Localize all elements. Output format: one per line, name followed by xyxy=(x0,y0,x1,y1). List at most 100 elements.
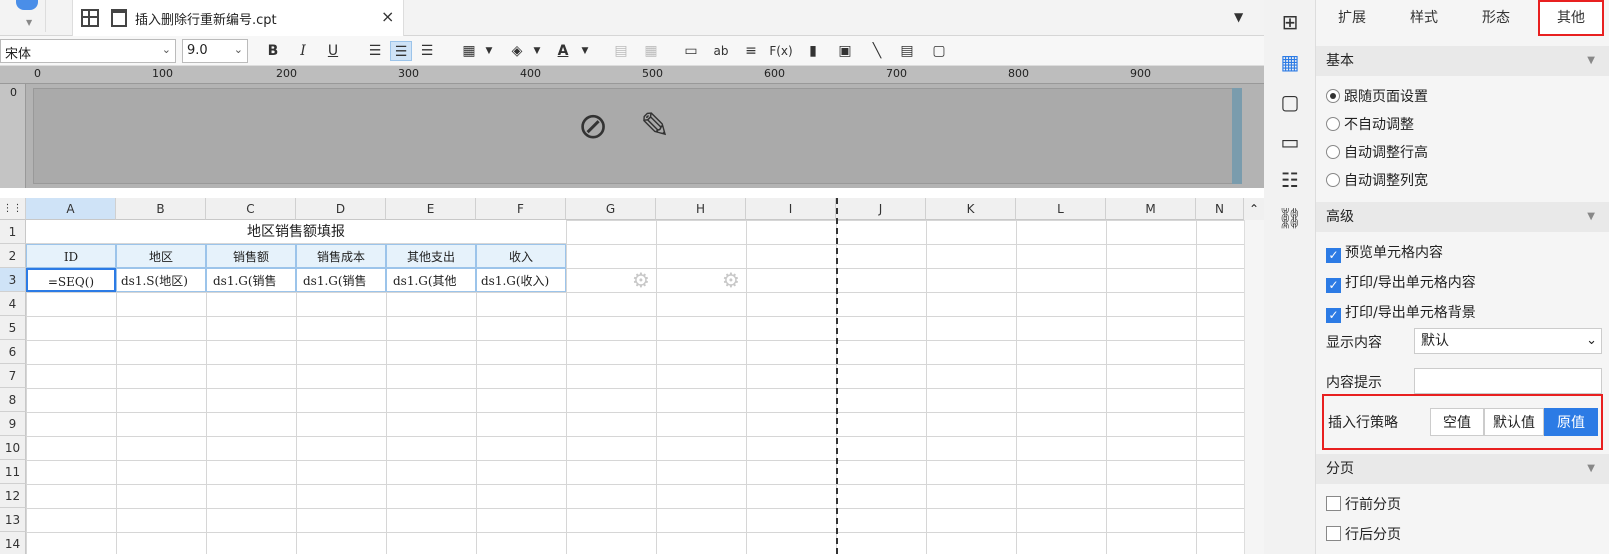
chevron-down-icon[interactable]: ▼ xyxy=(526,41,548,61)
fill-color-icon[interactable]: ◈ xyxy=(506,41,528,61)
checkbox-page-after-row[interactable]: 行后分页 xyxy=(1326,524,1401,544)
strategy-empty-button[interactable]: 空值 xyxy=(1430,408,1484,436)
formula-cell[interactable]: ds1.G(其他 xyxy=(386,268,476,292)
formula-button[interactable]: F(x) xyxy=(768,41,794,61)
chart-icon[interactable]: ▮ xyxy=(802,41,824,61)
row-header[interactable]: 1 xyxy=(0,220,26,244)
header-cell[interactable]: 收入 xyxy=(476,244,566,268)
frame-icon[interactable]: ▢ xyxy=(928,41,950,61)
text-cell-button[interactable]: ab xyxy=(710,41,732,61)
cell-attribute-icon[interactable]: ▦ xyxy=(1276,48,1304,76)
column-header[interactable]: L xyxy=(1016,198,1106,220)
subreport-icon[interactable]: ▤ xyxy=(896,41,918,61)
checkbox-preview-content[interactable]: ✓ 预览单元格内容 xyxy=(1326,242,1443,263)
section-paging[interactable]: 分页 ▼ xyxy=(1316,454,1609,484)
column-header[interactable]: I xyxy=(746,198,836,220)
column-header[interactable]: B xyxy=(116,198,206,220)
strategy-original-button[interactable]: 原值 xyxy=(1544,408,1598,436)
column-header[interactable]: H xyxy=(656,198,746,220)
chevron-down-icon[interactable]: ▼ xyxy=(478,41,500,61)
formula-cell-selected[interactable]: =SEQ() xyxy=(26,268,116,292)
column-header[interactable]: D xyxy=(296,198,386,220)
row-header[interactable]: 14 xyxy=(0,532,26,554)
tab-menu-icon[interactable]: ▼ xyxy=(1234,10,1243,24)
header-cell[interactable]: 地区 xyxy=(116,244,206,268)
radio-no-auto[interactable]: 不自动调整 xyxy=(1326,114,1414,134)
row-header[interactable]: 7 xyxy=(0,364,26,388)
paragraph-icon[interactable]: ≡ xyxy=(740,41,762,61)
font-family-select[interactable]: 宋体 ⌄ xyxy=(0,39,176,63)
widget-icon[interactable]: ▢ xyxy=(1276,88,1304,116)
font-size-select[interactable]: 9.0 ⌄ xyxy=(182,39,248,63)
content-tooltip-input[interactable] xyxy=(1414,368,1602,394)
tab-expand[interactable]: 扩展 xyxy=(1316,0,1388,36)
align-right-icon[interactable]: ☰ xyxy=(416,41,438,61)
merge-cells-icon[interactable]: ▤ xyxy=(610,41,632,61)
font-color-icon[interactable]: A xyxy=(552,41,574,61)
row-header[interactable]: 3 xyxy=(0,268,26,292)
radio-follow-page[interactable]: 跟随页面设置 xyxy=(1326,86,1428,106)
section-basic[interactable]: 基本 ▼ xyxy=(1316,46,1609,76)
formula-cell[interactable]: ds1.S(地区) xyxy=(116,268,206,292)
checkbox-print-content[interactable]: ✓ 打印/导出单元格内容 xyxy=(1326,272,1476,293)
tab-other[interactable]: 其他 xyxy=(1538,0,1604,36)
column-header[interactable]: M xyxy=(1106,198,1196,220)
header-area[interactable] xyxy=(33,88,1237,184)
insert-row-icon[interactable]: ▭ xyxy=(680,41,702,61)
column-header[interactable]: K xyxy=(926,198,1016,220)
formula-cell[interactable]: ds1.G(销售 xyxy=(296,268,386,292)
row-header[interactable]: 12 xyxy=(0,484,26,508)
column-header[interactable]: A xyxy=(26,198,116,220)
display-content-select[interactable]: 默认 ⌄ xyxy=(1414,328,1602,354)
gear-icon[interactable]: ⚙ xyxy=(632,268,650,292)
title-cell[interactable]: 地区销售额填报 xyxy=(26,220,566,244)
hyperlink-icon[interactable]: ⛓ xyxy=(1276,204,1304,232)
row-header[interactable]: 5 xyxy=(0,316,26,340)
radio-auto-col-width[interactable]: 自动调整列宽 xyxy=(1326,170,1428,190)
column-header[interactable]: N xyxy=(1196,198,1244,220)
italic-button[interactable]: I xyxy=(292,41,314,61)
checkbox-page-before-row[interactable]: 行前分页 xyxy=(1326,494,1401,514)
underline-button[interactable]: U xyxy=(322,41,344,61)
row-header[interactable]: 10 xyxy=(0,436,26,460)
row-header[interactable]: 4 xyxy=(0,292,26,316)
close-icon[interactable]: × xyxy=(381,7,394,26)
header-cell[interactable]: 其他支出 xyxy=(386,244,476,268)
checkbox-print-background[interactable]: ✓ 打印/导出单元格背景 xyxy=(1326,302,1476,323)
chevron-down-icon[interactable]: ▼ xyxy=(574,41,596,61)
header-cell[interactable]: 销售成本 xyxy=(296,244,386,268)
tab-form[interactable]: 形态 xyxy=(1460,0,1532,36)
align-left-icon[interactable]: ☰ xyxy=(364,41,386,61)
condition-icon[interactable]: ☷ xyxy=(1276,166,1304,194)
scroll-up-icon[interactable]: ⌃ xyxy=(1244,198,1264,220)
column-header[interactable]: F xyxy=(476,198,566,220)
tab-file[interactable]: 插入删除行重新编号.cpt × xyxy=(72,0,404,36)
formula-cell[interactable]: ds1.G(销售 xyxy=(206,268,296,292)
column-header[interactable]: E xyxy=(386,198,476,220)
row-header[interactable]: 2 xyxy=(0,244,26,268)
tab-style[interactable]: 样式 xyxy=(1388,0,1460,36)
header-cell[interactable]: 销售额 xyxy=(206,244,296,268)
section-advanced[interactable]: 高级 ▼ xyxy=(1316,202,1609,232)
radio-auto-row-height[interactable]: 自动调整行高 xyxy=(1326,142,1428,162)
select-all-corner[interactable]: ⋮⋮ xyxy=(0,198,26,220)
column-header[interactable]: G xyxy=(566,198,656,220)
bold-button[interactable]: B xyxy=(262,41,284,61)
unmerge-cells-icon[interactable]: ▦ xyxy=(640,41,662,61)
header-cell[interactable]: ID xyxy=(26,244,116,268)
formula-cell[interactable]: ds1.G(收入) xyxy=(476,268,566,292)
vertical-scrollbar[interactable] xyxy=(1244,220,1264,554)
band-scroll-handle[interactable] xyxy=(1232,88,1242,184)
hidden-eye-icon[interactable]: ⊘ xyxy=(578,106,608,147)
spreadsheet[interactable]: ⋮⋮ A B C D E F G H I J K L M N ⌃ 1 2 3 4… xyxy=(0,198,1264,554)
grid-icon[interactable] xyxy=(81,9,99,27)
slash-icon[interactable]: ╲ xyxy=(866,41,888,61)
row-header[interactable]: 9 xyxy=(0,412,26,436)
strategy-default-button[interactable]: 默认值 xyxy=(1484,408,1544,436)
app-menu-button[interactable]: ▼ xyxy=(6,0,46,32)
column-header[interactable]: J xyxy=(836,198,926,220)
edit-pencil-icon[interactable]: ✎ xyxy=(640,106,670,147)
gear-icon[interactable]: ⚙ xyxy=(722,268,740,292)
row-header[interactable]: 6 xyxy=(0,340,26,364)
row-header[interactable]: 11 xyxy=(0,460,26,484)
